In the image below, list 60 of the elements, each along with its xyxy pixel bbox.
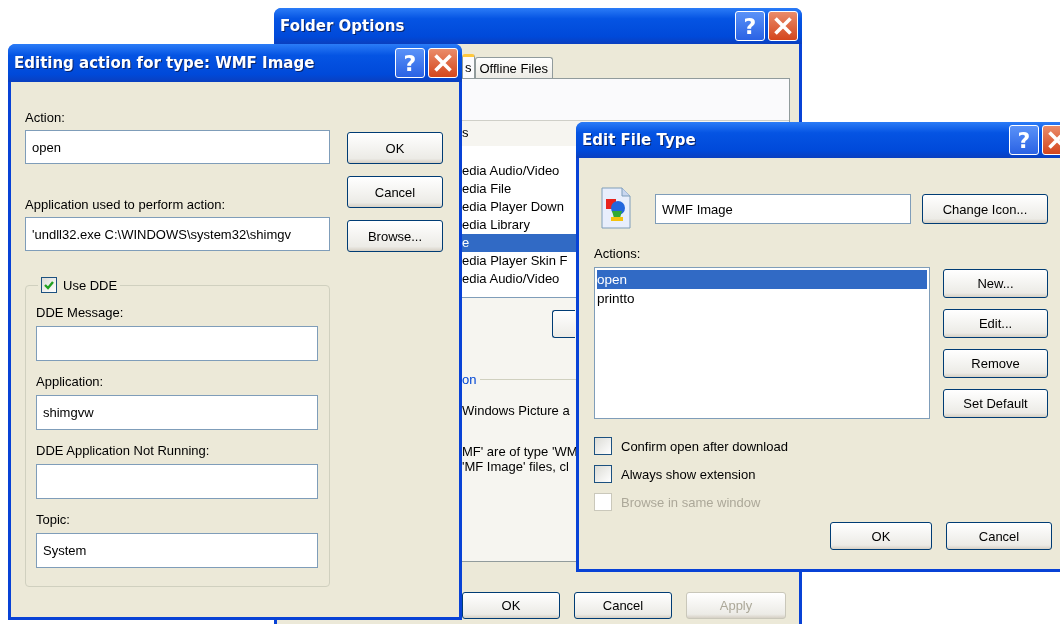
checkbox[interactable] [41, 277, 57, 293]
dialog-button[interactable]: Browse... [347, 220, 443, 252]
action-button[interactable]: Remove [943, 349, 1048, 378]
list-item[interactable]: edia File [462, 180, 576, 198]
list-item[interactable]: printto [597, 289, 927, 308]
dialog-button[interactable]: Cancel [946, 522, 1052, 550]
tab[interactable]: s [462, 54, 475, 78]
checkbox[interactable] [594, 465, 612, 483]
application-field[interactable]: 'undll32.exe C:\WINDOWS\system32\shimgv [25, 217, 330, 251]
field-label: Application used to perform action: [25, 197, 227, 212]
close-icon [774, 17, 792, 35]
image-file-icon [600, 186, 632, 230]
close-button[interactable] [428, 48, 458, 78]
window-title: Folder Options [280, 17, 406, 35]
list-label: s [462, 125, 470, 141]
detail-text: Windows Picture a [462, 403, 571, 418]
checkbox[interactable] [594, 437, 612, 455]
detail-text: 'MF Image' files, cl [462, 459, 570, 474]
list-item[interactable]: edia Audio/Video [462, 162, 576, 180]
close-button[interactable] [768, 11, 798, 41]
field-label: DDE Message: [36, 305, 125, 320]
text-field[interactable] [36, 464, 318, 499]
change-icon-button[interactable]: Change Icon... [922, 194, 1048, 224]
action-button[interactable]: Set Default [943, 389, 1048, 418]
checkbox-label: Always show extension [621, 466, 756, 482]
action-button[interactable]: New... [943, 269, 1048, 298]
dialog-button[interactable]: OK [830, 522, 932, 550]
action-button[interactable]: Edit... [943, 309, 1048, 338]
list-item[interactable]: open [597, 270, 927, 289]
text-field[interactable]: shimgvw [36, 395, 318, 430]
window-title: Editing action for type: WMF Image [14, 54, 316, 72]
list-item[interactable]: edia Audio/Video [462, 270, 576, 288]
field-label: Actions: [594, 246, 642, 261]
list-item[interactable]: edia Player Down [462, 198, 576, 216]
group-label: on [462, 372, 477, 387]
dialog-button[interactable]: OK [462, 592, 560, 619]
field-label: Topic: [36, 512, 71, 527]
text-field[interactable] [36, 326, 318, 361]
field-label: Action: [25, 110, 66, 125]
button[interactable] [552, 310, 575, 338]
checkbox-label: Browse in same window [621, 494, 761, 510]
dialog-button[interactable]: Cancel [347, 176, 443, 208]
tab[interactable]: Offline Files [474, 57, 553, 78]
dialog-button[interactable]: Cancel [574, 592, 672, 619]
checkbox-label: Use DDE [63, 277, 118, 293]
type-name-field[interactable]: WMF Image [655, 194, 911, 224]
checkbox-label: Confirm open after download [621, 438, 788, 454]
action-field[interactable]: open [25, 130, 330, 164]
field-label: DDE Application Not Running: [36, 443, 211, 458]
window-title: Edit File Type [582, 131, 697, 149]
help-button[interactable]: ? [735, 11, 765, 41]
help-button[interactable]: ? [1009, 125, 1039, 155]
list-item[interactable]: edia Library [462, 216, 576, 234]
help-button[interactable]: ? [395, 48, 425, 78]
dialog-button[interactable]: OK [347, 132, 443, 164]
text-field[interactable]: System [36, 533, 318, 568]
close-icon [434, 54, 452, 72]
list-item[interactable]: edia Player Skin F [462, 252, 576, 270]
list-item[interactable]: e [462, 234, 576, 252]
field-label: Application: [36, 374, 105, 389]
